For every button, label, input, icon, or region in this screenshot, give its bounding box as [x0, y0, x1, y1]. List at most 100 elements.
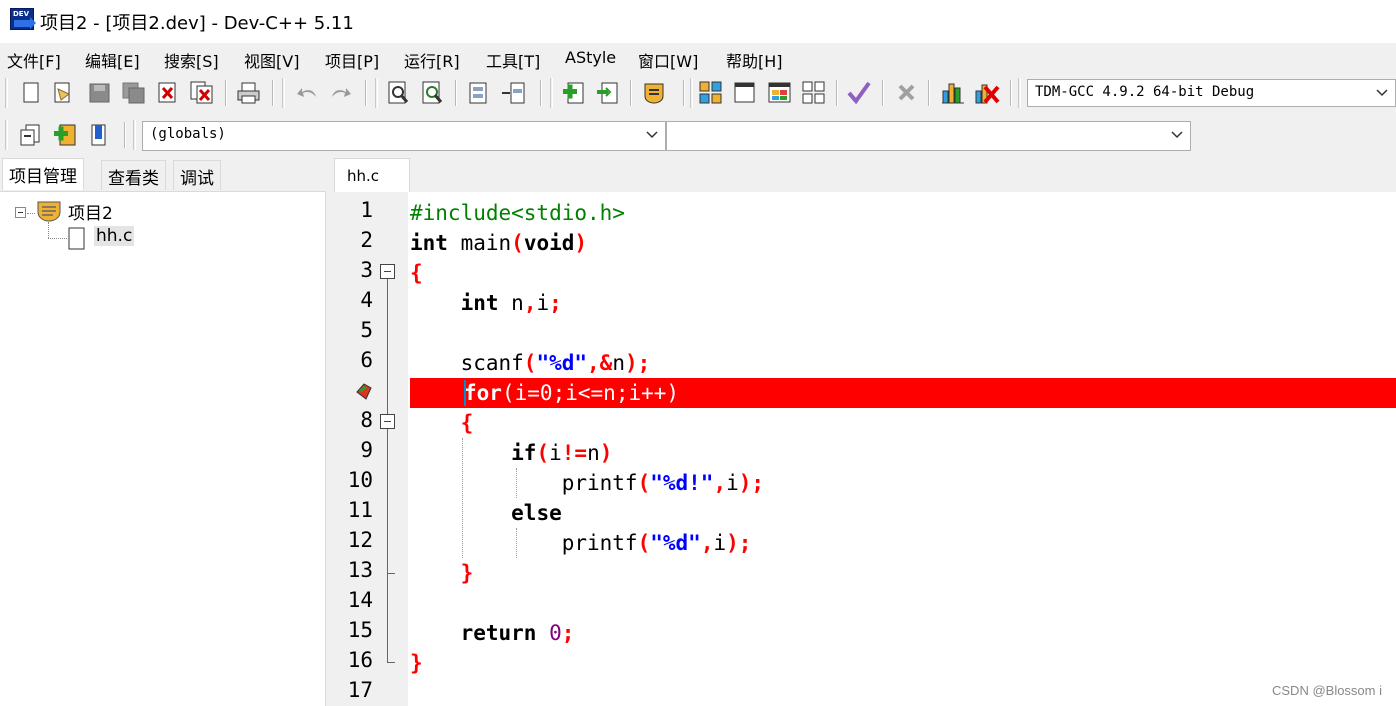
code-line-16: }	[410, 648, 1396, 678]
code-line-7-breakpoint: for(i=0;i<=n;i++)	[410, 378, 1396, 408]
syntax-check-button[interactable]	[845, 80, 873, 106]
toolbar-grip[interactable]	[5, 78, 8, 108]
menu-file[interactable]: 文件[F]	[7, 48, 61, 72]
line-number: 2	[360, 228, 373, 252]
save-button[interactable]	[86, 80, 114, 106]
keyword: int	[460, 291, 499, 315]
toolbar-separator	[928, 80, 930, 106]
compiler-select[interactable]: TDM-GCC 4.9.2 64-bit Debug	[1027, 79, 1396, 107]
tab-debug[interactable]: 调试	[173, 160, 221, 190]
toolbar-separator	[272, 80, 274, 106]
symbol: (	[511, 231, 524, 255]
globals-select[interactable]: (globals)	[142, 121, 666, 151]
replace-button[interactable]	[419, 80, 447, 106]
keyword: return	[460, 621, 537, 645]
add-to-project-button[interactable]	[560, 80, 588, 106]
insert-button[interactable]	[17, 122, 45, 148]
find-icon	[388, 81, 409, 104]
rebuild-all-button[interactable]	[800, 80, 828, 106]
remove-from-project-button[interactable]	[594, 80, 622, 106]
toolbar-grip[interactable]	[690, 78, 693, 108]
globals-select-value: (globals)	[150, 126, 226, 142]
bar-chart-icon	[942, 83, 964, 104]
code-line-12: printf("%d",i);	[410, 528, 1396, 558]
toolbar-grip[interactable]	[282, 78, 285, 108]
print-button[interactable]	[235, 80, 263, 106]
symbol: <=	[577, 381, 604, 405]
menu-astyle[interactable]: AStyle	[565, 48, 616, 67]
menu-window[interactable]: 窗口[W]	[638, 48, 698, 72]
members-select[interactable]	[666, 121, 1191, 151]
line-number-gutter[interactable]: 1 2 3 4 5 6 8 9 10 11 12 13 14 15 16 17	[340, 192, 408, 706]
stop-execution-button[interactable]	[893, 80, 921, 106]
profile-button[interactable]	[939, 80, 967, 106]
delete-profile-button[interactable]	[973, 80, 1001, 106]
tree-project-label[interactable]: 项目2	[68, 199, 113, 224]
menu-help[interactable]: 帮助[H]	[726, 48, 783, 72]
close-all-button[interactable]	[188, 80, 216, 106]
keyword: int	[410, 231, 448, 255]
breakpoint-icon[interactable]	[354, 382, 374, 402]
menu-project[interactable]: 项目[P]	[325, 48, 379, 72]
new-file-button[interactable]	[17, 80, 45, 106]
goto-line-button[interactable]	[465, 80, 493, 106]
toggle-bookmark-button[interactable]	[51, 122, 79, 148]
close-file-button[interactable]	[154, 80, 182, 106]
save-all-button[interactable]	[120, 80, 148, 106]
goto-function-button[interactable]	[499, 80, 527, 106]
menu-tools[interactable]: 工具[T]	[486, 48, 540, 72]
delete-profile-icon	[975, 84, 1000, 104]
toolbar-grip[interactable]	[5, 120, 8, 150]
tree-file-item[interactable]: hh.c	[94, 226, 135, 246]
menu-edit[interactable]: 编辑[E]	[85, 48, 140, 72]
find-button[interactable]	[385, 80, 413, 106]
symbol: ;	[552, 381, 566, 405]
code-line-2: int main(void)	[410, 228, 1396, 258]
toolbar-grip[interactable]	[550, 78, 553, 108]
toolbar-grip[interactable]	[1018, 78, 1021, 108]
rebuild-icon	[802, 81, 825, 104]
goto-bookmark-button[interactable]	[85, 122, 113, 148]
tab-hh-c[interactable]: hh.c	[334, 158, 410, 192]
string-literal: "%d!"	[650, 471, 714, 495]
undo-button[interactable]	[294, 80, 322, 106]
compiler-select-value: TDM-GCC 4.9.2 64-bit Debug	[1035, 84, 1255, 100]
tab-class-browser[interactable]: 查看类	[101, 160, 166, 190]
code-line-1: #include<stdio.h>	[410, 198, 1396, 228]
menu-search[interactable]: 搜索[S]	[164, 48, 219, 72]
toolbar-grip[interactable]	[133, 120, 136, 150]
code-editor[interactable]: 1 2 3 4 5 6 8 9 10 11 12 13 14 15 16 17 …	[340, 192, 1396, 706]
project-options-button[interactable]	[640, 80, 668, 106]
menu-view[interactable]: 视图[V]	[244, 48, 299, 72]
menu-run[interactable]: 运行[R]	[404, 48, 460, 72]
checkmark-icon	[847, 81, 871, 105]
class-toolbar: (globals)	[0, 114, 1396, 156]
toolbar-separator	[455, 80, 457, 106]
symbol: )	[599, 441, 613, 465]
collapse-toggle-icon[interactable]	[15, 207, 26, 218]
code-line-15: return 0;	[410, 618, 1396, 648]
code-line-9: if(i!=n)	[410, 438, 1396, 468]
fold-end-marker	[387, 662, 395, 663]
identifier: n	[498, 291, 524, 315]
compile-button[interactable]	[697, 80, 725, 106]
symbol: ;	[549, 291, 562, 315]
code-line-13: }	[410, 558, 1396, 588]
tab-project-manager[interactable]: 项目管理	[2, 158, 84, 190]
code-line-3: {	[410, 258, 1396, 288]
identifier: i	[726, 471, 739, 495]
run-button[interactable]	[731, 80, 759, 106]
toolbar-grip[interactable]	[375, 78, 378, 108]
goto-line-icon	[469, 82, 487, 104]
open-file-button[interactable]	[49, 80, 77, 106]
identifier: n	[603, 381, 616, 405]
line-number: 15	[347, 618, 373, 642]
fold-toggle-icon[interactable]	[380, 264, 395, 279]
redo-button[interactable]	[327, 80, 355, 106]
compile-run-button[interactable]	[766, 80, 794, 106]
line-number: 1	[360, 198, 373, 222]
fold-toggle-icon[interactable]	[380, 414, 395, 429]
